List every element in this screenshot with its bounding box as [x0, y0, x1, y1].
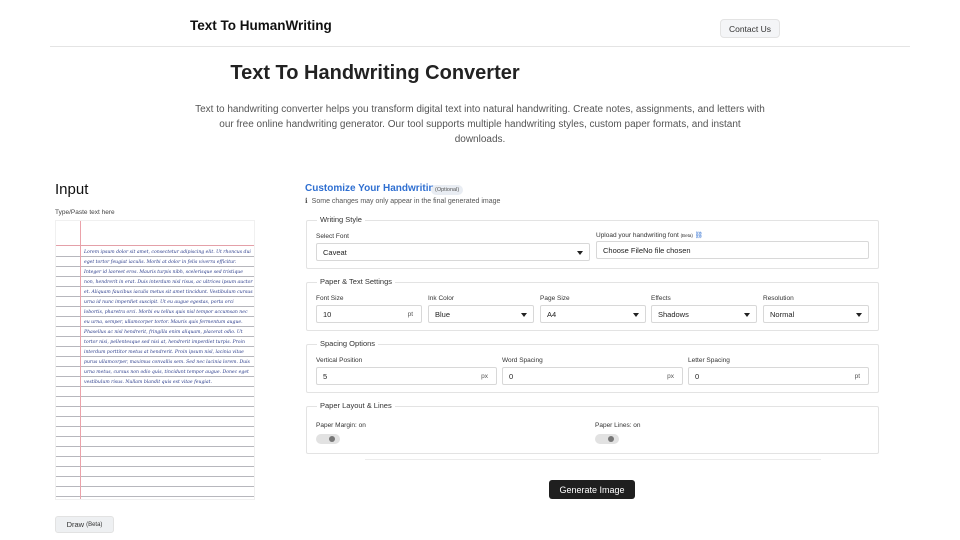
resolution-label: Resolution: [763, 295, 794, 302]
effects-value: Shadows: [658, 309, 689, 319]
word-spacing-value: 0: [509, 371, 514, 381]
chevron-down-icon: [744, 313, 750, 317]
upload-font-input[interactable]: Choose FileNo file chosen: [596, 241, 869, 259]
paper-margin-toggle[interactable]: [316, 434, 340, 444]
page-title: Text To Handwriting Converter: [230, 62, 520, 84]
page-size-value: A4: [547, 309, 557, 319]
toggle-knob: [329, 436, 335, 442]
section-divider: [365, 459, 821, 460]
paper-ruled-line: [56, 396, 254, 397]
notice: ℹ Some changes may only appear in the fi…: [305, 197, 501, 206]
vertical-position-unit: px: [481, 372, 488, 380]
paper-ruled-line: [56, 426, 254, 427]
notice-text: Some changes may only appear in the fina…: [311, 197, 501, 205]
paper-text-settings-group: Paper & Text Settings Font Size 10 pt In…: [306, 277, 879, 331]
page-description: Text to handwriting converter helps you …: [195, 104, 765, 145]
letter-spacing-input[interactable]: 0 pt: [688, 367, 869, 385]
paper-ruled-line: [56, 436, 254, 437]
contact-button[interactable]: Contact Us: [720, 19, 780, 38]
font-select[interactable]: Caveat: [316, 243, 590, 261]
writing-style-legend: Writing Style: [317, 215, 365, 224]
input-heading: Input: [55, 181, 89, 198]
letter-spacing-value: 0: [695, 371, 700, 381]
paper-layout-legend: Paper Layout & Lines: [317, 401, 395, 410]
info-icon: ℹ: [305, 198, 308, 205]
paper-ruled-line: [56, 496, 254, 497]
resolution-value: Normal: [770, 309, 795, 319]
input-subtitle: Type/Paste text here: [55, 209, 115, 216]
paper-layout-group: Paper Layout & Lines Paper Margin: on Pa…: [306, 401, 879, 454]
page-size-label: Page Size: [540, 295, 570, 302]
effects-label: Effects: [651, 295, 671, 302]
paper-ruled-line: [56, 466, 254, 467]
word-spacing-input[interactable]: 0 px: [502, 367, 683, 385]
writing-style-group: Writing Style Select Font Caveat Upload …: [306, 215, 879, 269]
upload-font-label: Upload your handwriting font (Beta) ⛓: [596, 231, 703, 239]
select-font-label: Select Font: [316, 233, 349, 240]
draw-button-label: Draw: [66, 520, 85, 529]
effects-select[interactable]: Shadows: [651, 305, 757, 323]
resolution-select[interactable]: Normal: [763, 305, 869, 323]
draw-beta-tag: (Beta): [86, 521, 103, 528]
paper-ruled-line: [56, 476, 254, 477]
chevron-down-icon: [633, 313, 639, 317]
paper-margin-label: Paper Margin: on: [316, 422, 366, 429]
letter-spacing-label: Letter Spacing: [688, 357, 730, 364]
chevron-down-icon: [521, 313, 527, 317]
spacing-options-group: Spacing Options Vertical Position 5 px W…: [306, 339, 879, 393]
paper-ruled-line: [56, 446, 254, 447]
toggle-knob: [608, 436, 614, 442]
word-spacing-unit: px: [667, 372, 674, 380]
ink-color-label: Ink Color: [428, 295, 455, 302]
ink-color-value: Blue: [435, 309, 451, 319]
paper-ruled-line: [56, 406, 254, 407]
paper-ruled-line: [56, 456, 254, 457]
generate-image-button[interactable]: Generate Image: [549, 480, 635, 499]
link-icon[interactable]: ⛓: [695, 232, 703, 239]
vertical-position-label: Vertical Position: [316, 357, 363, 364]
page-size-select[interactable]: A4: [540, 305, 646, 323]
paper-text-legend: Paper & Text Settings: [317, 277, 395, 286]
font-size-value: 10: [323, 309, 332, 319]
vertical-position-value: 5: [323, 371, 328, 381]
letter-spacing-unit: pt: [854, 372, 860, 380]
handwriting-text[interactable]: Lorem ipsum dolor sit amet, consectetur …: [84, 248, 254, 388]
upload-font-label-text: Upload your handwriting font: [596, 232, 679, 239]
font-size-input[interactable]: 10 pt: [316, 305, 422, 323]
font-size-label: Font Size: [316, 295, 344, 302]
font-size-unit: pt: [407, 310, 413, 318]
paper-ruled-line: [56, 416, 254, 417]
optional-badge: (Optional): [431, 185, 464, 195]
word-spacing-label: Word Spacing: [502, 357, 543, 364]
paper-lines-label: Paper Lines: on: [595, 422, 641, 429]
paper-top-line: [56, 245, 254, 246]
spacing-legend: Spacing Options: [317, 339, 379, 348]
paper-ruled-line: [56, 486, 254, 487]
draw-button[interactable]: Draw (Beta): [55, 516, 114, 533]
header-divider: [50, 46, 910, 47]
paper-margin-line: [80, 221, 81, 499]
brand-title[interactable]: Text To HumanWriting: [190, 18, 332, 33]
handwriting-preview-textarea[interactable]: Lorem ipsum dolor sit amet, consectetur …: [55, 220, 255, 500]
chevron-down-icon: [856, 313, 862, 317]
ink-color-select[interactable]: Blue: [428, 305, 534, 323]
vertical-position-input[interactable]: 5 px: [316, 367, 497, 385]
customize-heading: Customize Your Handwriting: [305, 183, 441, 194]
font-select-value: Caveat: [323, 247, 347, 257]
chevron-down-icon: [577, 251, 583, 255]
paper-lines-toggle[interactable]: [595, 434, 619, 444]
upload-beta-tag: (Beta): [680, 233, 693, 238]
